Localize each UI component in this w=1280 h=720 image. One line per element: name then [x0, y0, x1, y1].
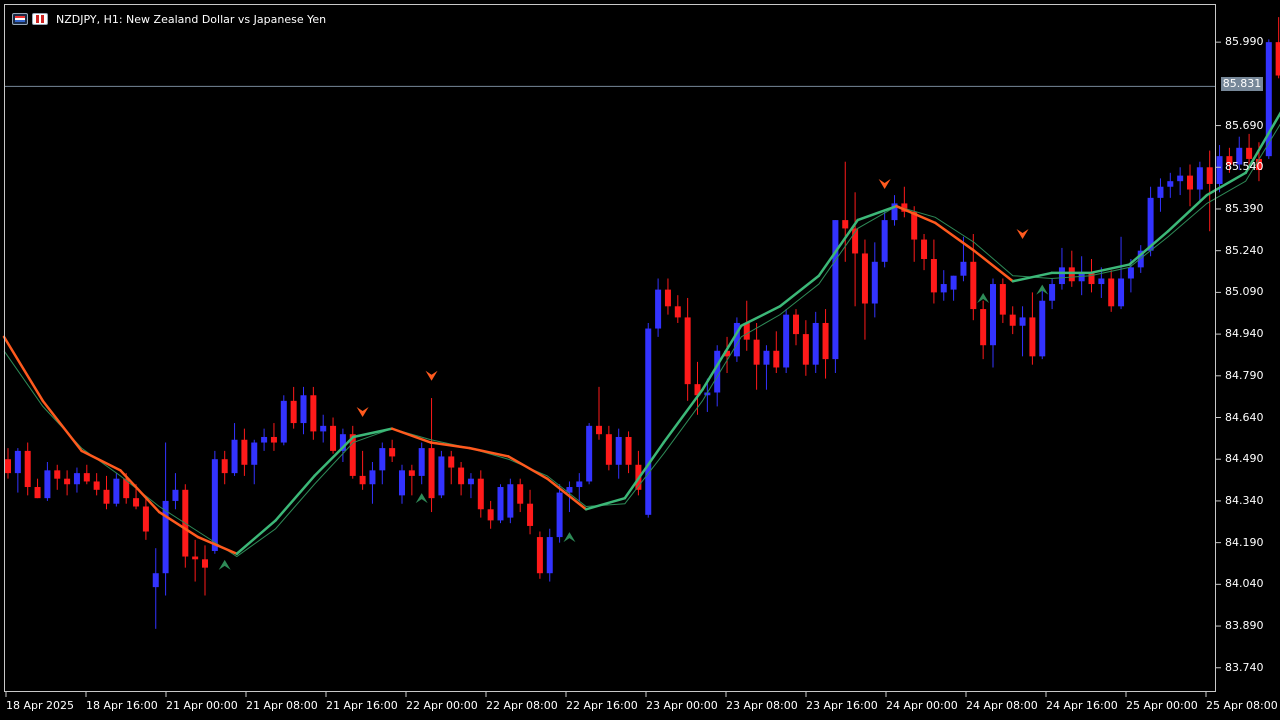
candle-body: [1246, 147, 1253, 159]
x-axis-ticks: [5, 692, 1207, 697]
x-tick-label: 21 Apr 16:00: [326, 699, 398, 712]
y-tick-label: 84.790: [1225, 368, 1264, 382]
y-axis-ticks: [1216, 41, 1221, 669]
current-price-label: 85.831: [1221, 77, 1263, 91]
x-tick-label: 25 Apr 08:00: [1206, 699, 1278, 712]
candle-body: [1216, 156, 1223, 184]
x-tick-label: 23 Apr 08:00: [726, 699, 798, 712]
y-tick-label: 84.640: [1225, 410, 1264, 424]
y-tick-label: 84.190: [1225, 535, 1264, 549]
y-tick-label: 83.890: [1225, 619, 1264, 633]
x-tick-label: 22 Apr 00:00: [406, 699, 478, 712]
y-tick-label: 85.390: [1225, 201, 1264, 215]
x-tick-label: 24 Apr 08:00: [966, 699, 1038, 712]
y-tick-label: 85.240: [1225, 243, 1264, 257]
x-tick-label: 23 Apr 00:00: [646, 699, 718, 712]
y-tick-label: 83.740: [1225, 660, 1264, 674]
y-tick-label: 84.940: [1225, 327, 1264, 341]
chart-title-bar: NZDJPY, H1: New Zealand Dollar vs Japane…: [12, 11, 326, 27]
y-tick-label: 85.690: [1225, 118, 1264, 132]
candle: [1265, 39, 1272, 159]
candle: [1275, 17, 1280, 79]
y-tick-label: 85.090: [1225, 285, 1264, 299]
x-tick-label: 18 Apr 16:00: [86, 699, 158, 712]
candle-body: [1275, 42, 1280, 76]
expert-advisor-icon[interactable]: [32, 13, 48, 25]
x-tick-label: 24 Apr 16:00: [1046, 699, 1118, 712]
x-tick-label: 23 Apr 16:00: [806, 699, 878, 712]
x-tick-label: 22 Apr 16:00: [566, 699, 638, 712]
x-tick-label: 21 Apr 00:00: [166, 699, 238, 712]
chart-window-icon[interactable]: [12, 13, 28, 25]
x-tick-label: 24 Apr 00:00: [886, 699, 958, 712]
x-tick-label: 22 Apr 08:00: [486, 699, 558, 712]
chart-title: NZDJPY, H1: New Zealand Dollar vs Japane…: [56, 12, 327, 26]
x-tick-label: 18 Apr 2025: [6, 699, 75, 712]
x-tick-label: 21 Apr 08:00: [246, 699, 318, 712]
y-tick-label: 84.340: [1225, 493, 1264, 507]
x-tick-label: 25 Apr 00:00: [1126, 699, 1198, 712]
y-tick-label: 85.540: [1225, 160, 1264, 174]
y-tick-label: 84.040: [1225, 577, 1264, 591]
y-tick-label: 84.490: [1225, 452, 1264, 466]
chart-frame: [4, 4, 1216, 692]
y-tick-label: 85.990: [1225, 35, 1264, 49]
